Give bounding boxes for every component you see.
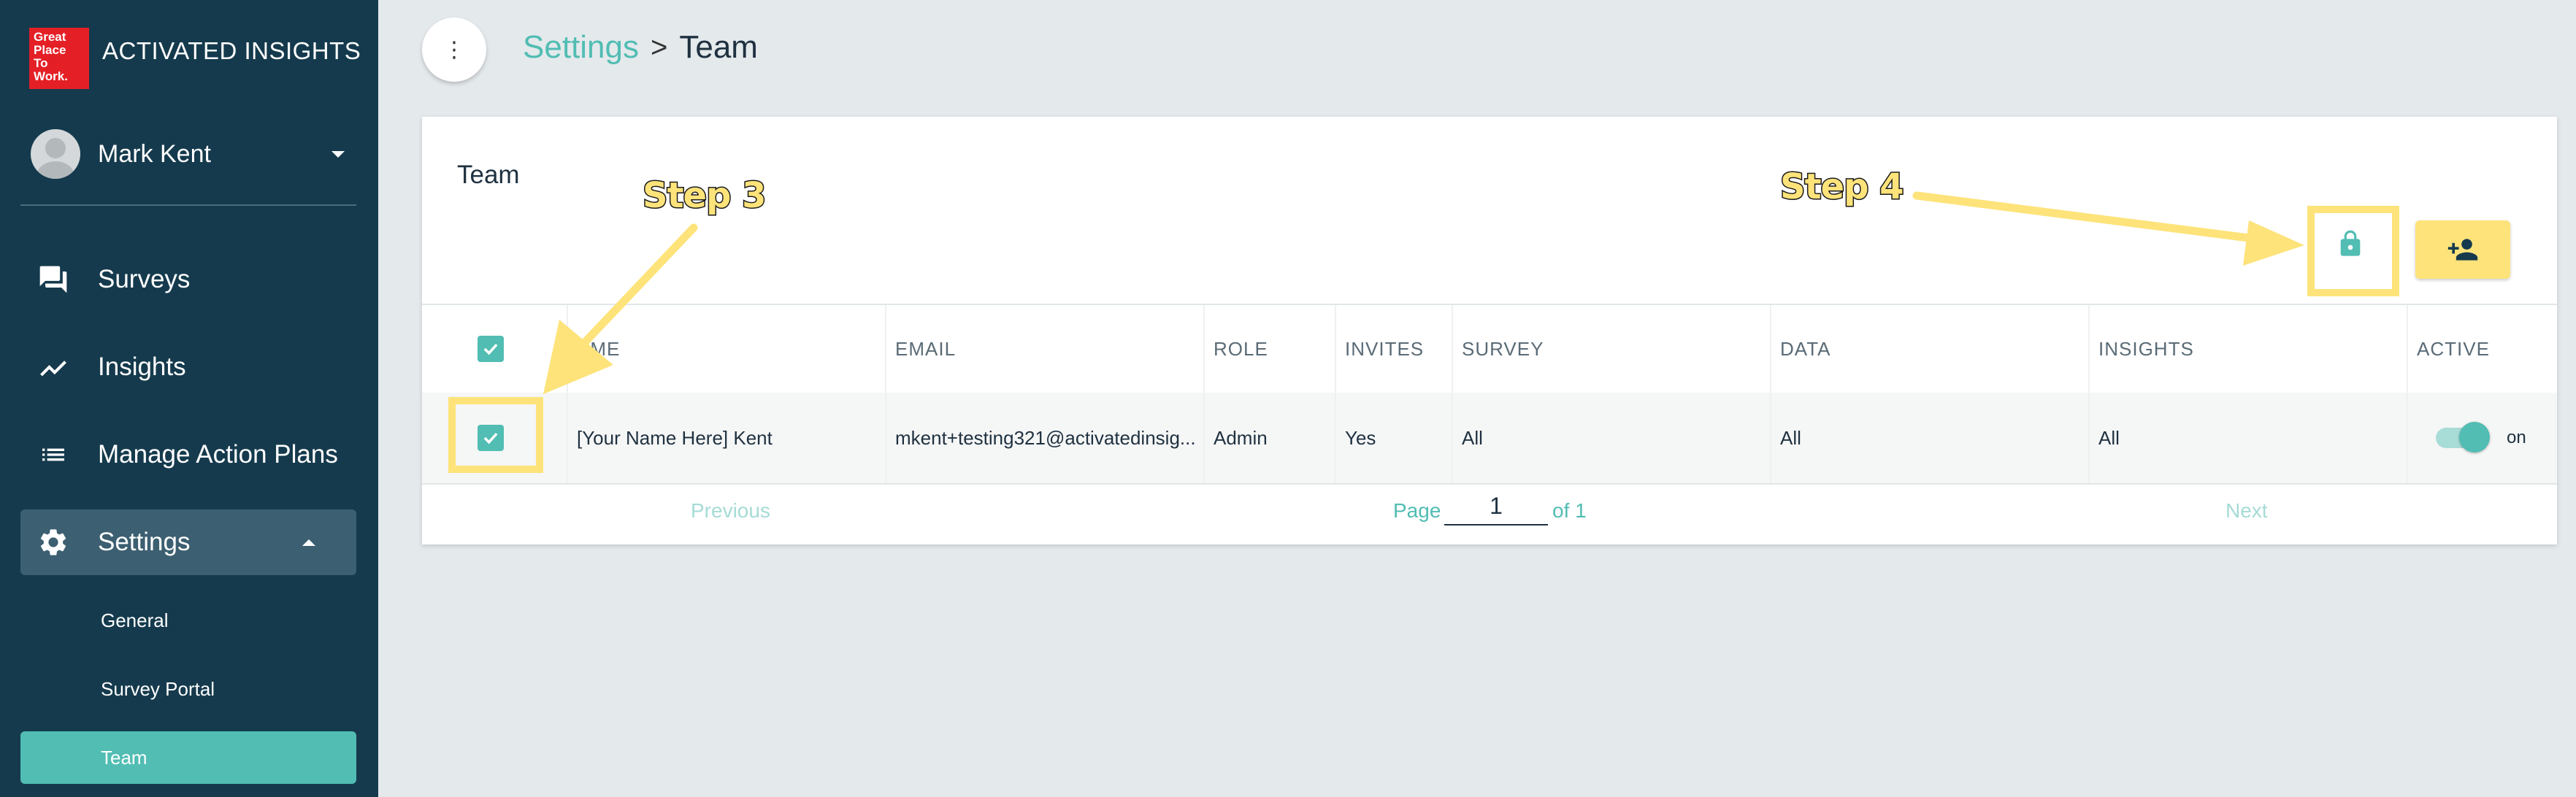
column-header-data[interactable]: DATA [1780, 305, 1831, 393]
column-divider [1452, 305, 1453, 483]
cell-email: mkent+testing321@activatedinsig... [895, 426, 1196, 449]
cell-invites: Yes [1345, 426, 1376, 449]
great-place-to-work-logo: Great Place To Work. [29, 28, 89, 89]
column-divider [1770, 305, 1771, 483]
table-header-row: AME EMAIL ROLE INVITES SURVEY DATA INSIG… [422, 305, 2557, 393]
page-number-input[interactable] [1444, 488, 1548, 525]
page-title: Team [679, 29, 758, 65]
cell-role: Admin [1214, 426, 1268, 449]
card-title: Team [457, 161, 520, 189]
column-divider [1335, 305, 1336, 483]
column-divider [1203, 305, 1205, 483]
column-divider [567, 305, 568, 483]
column-header-invites[interactable]: INVITES [1345, 305, 1424, 393]
sidebar-item-settings[interactable]: Settings [20, 509, 356, 575]
sidebar-item-label: Settings [98, 528, 191, 556]
caret-up-icon [302, 539, 315, 546]
sidebar-item-surveys[interactable]: Surveys [20, 247, 356, 312]
cell-name: [Your Name Here] Kent [577, 426, 773, 449]
cell-data: All [1780, 426, 1801, 449]
sidebar-item-label: Insights [98, 353, 186, 381]
sidebar-item-label: Manage Action Plans [98, 440, 338, 469]
brand[interactable]: Great Place To Work. ACTIVATED INSIGHTS [29, 28, 361, 89]
column-header-active[interactable]: ACTIVE [2417, 305, 2490, 393]
add-user-button[interactable] [2415, 220, 2510, 279]
chat-icon [37, 263, 70, 296]
vertical-dots-icon: ⋮ [443, 37, 465, 62]
caret-down-icon [331, 150, 345, 158]
step4-highlight-box [2307, 206, 2399, 296]
page-label: Page [1393, 499, 1441, 522]
divider [20, 204, 356, 206]
page-total-label: of 1 [1552, 499, 1587, 522]
column-header-insights[interactable]: INSIGHTS [2098, 305, 2194, 393]
column-divider [2407, 305, 2408, 483]
add-person-icon [2447, 239, 2478, 261]
trend-icon [37, 350, 70, 384]
breadcrumb: Settings > Team [523, 29, 758, 66]
step4-callout: Step 4 [1779, 166, 1906, 209]
previous-page-button[interactable]: Previous [691, 499, 770, 523]
breadcrumb-separator: > [650, 31, 668, 63]
sidebar-item-manage-action-plans[interactable]: Manage Action Plans [20, 422, 356, 488]
column-header-email[interactable]: EMAIL [895, 305, 956, 393]
sidebar-item-label: Surveys [98, 265, 191, 293]
column-divider [885, 305, 886, 483]
column-header-role[interactable]: ROLE [1214, 305, 1268, 393]
check-icon [483, 343, 498, 355]
sidebar: Great Place To Work. ACTIVATED INSIGHTS … [0, 0, 378, 797]
gear-icon [37, 525, 70, 559]
sidebar-subitem-team[interactable]: Team [20, 731, 356, 784]
step3-highlight-box [448, 397, 543, 473]
active-toggle-label: on [2507, 428, 2526, 447]
sidebar-item-insights[interactable]: Insights [20, 334, 356, 400]
list-icon [37, 438, 70, 471]
active-toggle[interactable] [2436, 420, 2490, 455]
avatar [31, 129, 80, 179]
user-menu[interactable]: Mark Kent [31, 128, 352, 180]
toggle-knob [2459, 422, 2490, 453]
brand-title: ACTIVATED INSIGHTS [102, 37, 361, 64]
select-all-checkbox[interactable] [478, 336, 504, 362]
column-divider [2088, 305, 2090, 483]
column-header-survey[interactable]: SURVEY [1462, 305, 1544, 393]
breadcrumb-settings-link[interactable]: Settings [523, 29, 639, 66]
column-header-name[interactable]: AME [577, 305, 620, 393]
cell-survey: All [1462, 426, 1483, 449]
user-name: Mark Kent [98, 139, 211, 168]
more-menu-button[interactable]: ⋮ [422, 18, 486, 82]
next-page-button[interactable]: Next [2226, 499, 2268, 523]
sidebar-subitem-general[interactable]: General [20, 594, 356, 647]
sidebar-subitem-survey-portal[interactable]: Survey Portal [20, 663, 356, 715]
cell-insights: All [2098, 426, 2120, 449]
table-row[interactable]: [Your Name Here] Kent mkent+testing321@a… [422, 393, 2557, 485]
step3-callout: Step 3 [642, 174, 768, 217]
